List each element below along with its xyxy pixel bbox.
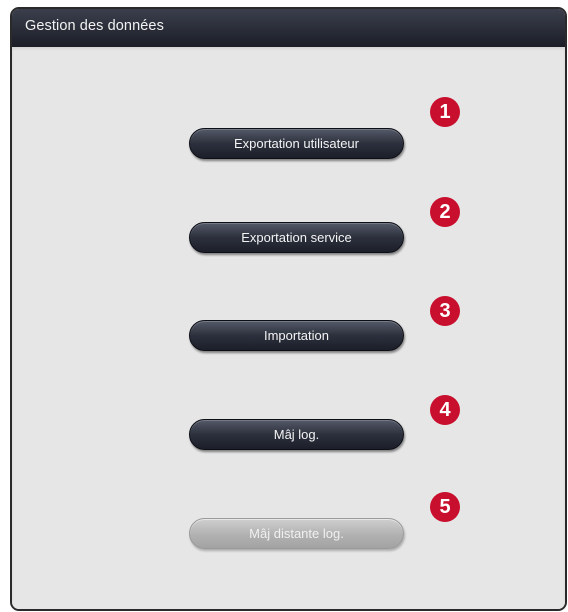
software-update-button[interactable]: Mâj log. — [189, 419, 404, 450]
callout-marker-3: 3 — [430, 296, 460, 326]
import-button[interactable]: Importation — [189, 320, 404, 351]
data-management-window: Gestion des données Exportation utilisat… — [10, 7, 567, 611]
callout-marker-2: 2 — [430, 197, 460, 227]
service-export-button[interactable]: Exportation service — [189, 222, 404, 253]
remote-software-update-button: Mâj distante log. — [189, 518, 404, 549]
callout-marker-4: 4 — [430, 395, 460, 425]
window-title: Gestion des données — [25, 18, 164, 34]
title-bar: Gestion des données — [12, 9, 565, 48]
callout-marker-1: 1 — [430, 97, 460, 127]
user-export-button[interactable]: Exportation utilisateur — [189, 128, 404, 159]
callout-marker-5: 5 — [430, 492, 460, 522]
content-panel: Exportation utilisateur Exportation serv… — [12, 47, 565, 609]
